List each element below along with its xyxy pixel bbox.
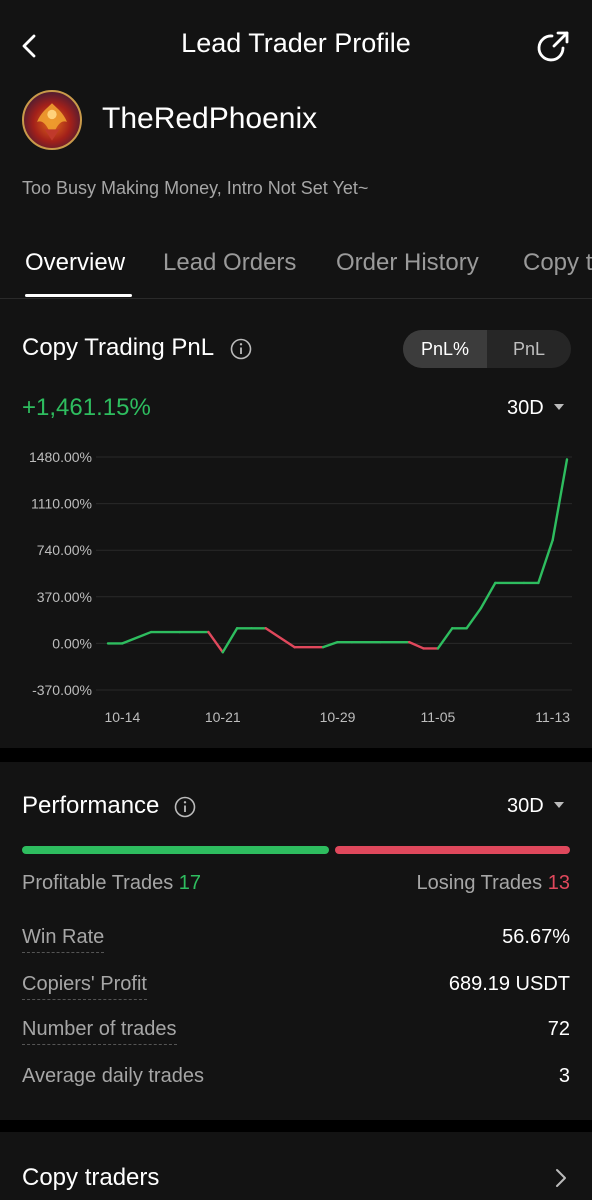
- chart-line-segment: [264, 627, 296, 649]
- chart-y-tick-label: 1480.00%: [29, 449, 92, 465]
- chart-x-tick-label: 10-29: [320, 709, 356, 725]
- stat-number-of-trades-value: 72: [547, 1018, 570, 1040]
- pnl-mode-toggle: PnL% PnL: [403, 330, 571, 368]
- pnl-period-dropdown[interactable]: 30D: [507, 397, 564, 420]
- caret-down-icon: [553, 403, 564, 410]
- stat-number-of-trades-label[interactable]: Number of trades: [22, 1018, 177, 1045]
- toggle-pnl-absolute[interactable]: PnL: [487, 330, 571, 368]
- chart-y-tick-label: 1110.00%: [31, 496, 92, 512]
- chevron-right-icon: [556, 1169, 566, 1187]
- chart-line-segment: [321, 640, 339, 649]
- losing-trades-label: Losing Trades: [416, 872, 543, 894]
- tab-overview[interactable]: Overview: [25, 249, 125, 277]
- chart-line-segment: [465, 606, 483, 630]
- profitable-ratio-bar: [22, 846, 329, 854]
- stat-average-daily-trades-label: Average daily trades: [22, 1065, 204, 1087]
- info-icon[interactable]: [174, 796, 196, 818]
- chart-line-segment: [121, 630, 153, 645]
- stat-win-rate-label-text: Win Rate: [22, 926, 105, 953]
- tab-copy-traders[interactable]: Copy t: [523, 249, 592, 277]
- chart-y-tick-label: 0.00%: [52, 635, 92, 651]
- tab-order-history[interactable]: Order History: [336, 249, 479, 277]
- page-title: Lead Trader Profile: [181, 28, 411, 58]
- pnl-period-label: 30D: [507, 397, 544, 419]
- info-icon[interactable]: [230, 338, 252, 360]
- chart-y-tick-label: 370.00%: [37, 589, 92, 605]
- performance-period-dropdown[interactable]: 30D: [507, 795, 564, 818]
- stat-copiers-profit-value: 689.19 USDT: [448, 973, 570, 995]
- share-icon[interactable]: [536, 28, 572, 64]
- performance-title: Performance: [22, 792, 160, 819]
- toggle-pnl-percent[interactable]: PnL%: [403, 330, 487, 368]
- chart-x-tick-label: 10-21: [205, 709, 241, 725]
- stat-win-rate-label[interactable]: Win Rate: [22, 926, 105, 953]
- profitable-trades-label: Profitable Trades: [22, 872, 174, 894]
- stat-copiers-profit-label-text: Copiers' Profit: [22, 973, 147, 1000]
- chart-line-segment: [436, 627, 454, 650]
- trader-username: TheRedPhoenix: [102, 102, 318, 135]
- phoenix-avatar-image: [37, 103, 67, 141]
- chart-line-segment: [551, 458, 569, 542]
- header: Lead Trader Profile: [0, 0, 592, 92]
- performance-panel: Performance 30D Profitable Trades 17 Los…: [0, 762, 592, 1120]
- tab-lead-orders[interactable]: Lead Orders: [163, 249, 296, 277]
- chart-line-segment: [537, 538, 554, 585]
- pnl-value: +1,461.15%: [22, 394, 151, 421]
- tab-bar: Overview Lead Orders Order History Copy …: [0, 236, 592, 299]
- chart-line-segment: [221, 627, 239, 654]
- pnl-chart: 1480.00% 1110.00% 740.00% 370.00% 0.00% -370.…: [29, 449, 572, 725]
- chart-line-segment: [479, 581, 497, 610]
- chart-x-tick-label: 11-13: [535, 709, 570, 725]
- avatar[interactable]: [22, 90, 82, 150]
- stat-win-rate-value: 56.67%: [502, 926, 570, 948]
- profitable-trades: Profitable Trades 17: [22, 872, 201, 895]
- profitable-trades-count: 17: [178, 872, 202, 894]
- chart-x-tick-label: 10-14: [104, 709, 140, 725]
- stat-copiers-profit-label[interactable]: Copiers' Profit: [22, 973, 147, 1000]
- active-tab-indicator: [25, 294, 132, 297]
- pnl-section-title: Copy Trading PnL: [22, 334, 215, 361]
- performance-period-label: 30D: [507, 795, 544, 817]
- chart-y-tick-label: -370.00%: [32, 682, 92, 698]
- losing-trades: Losing Trades 13: [417, 872, 570, 895]
- stat-average-daily-trades-value: 3: [558, 1065, 570, 1087]
- copy-traders-label: Copy traders: [22, 1164, 160, 1191]
- chart-x-tick-label: 11-05: [421, 709, 456, 725]
- losing-ratio-bar: [335, 846, 570, 854]
- chart-line-segment: [207, 630, 224, 654]
- top-panel: Lead Trader Profile TheRedPhoenix Too Bu…: [0, 0, 592, 748]
- losing-trades-count: 13: [547, 872, 570, 894]
- trader-intro: Too Busy Making Money, Intro Not Set Yet…: [22, 178, 369, 198]
- stat-number-of-trades-label-text: Number of trades: [22, 1018, 177, 1045]
- caret-down-icon: [553, 801, 564, 808]
- copy-traders-row[interactable]: Copy traders: [0, 1132, 592, 1200]
- chart-y-tick-label: 740.00%: [37, 542, 92, 558]
